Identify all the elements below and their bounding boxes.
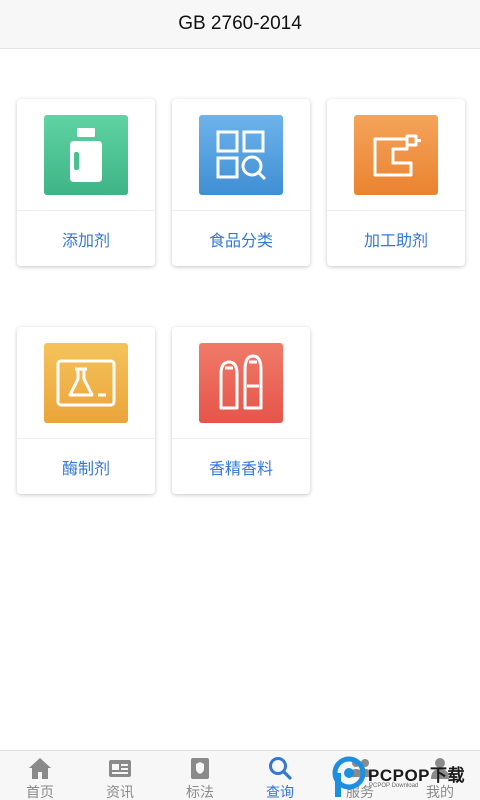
tab-standards[interactable]: 标法 — [160, 751, 240, 800]
card-divider — [172, 438, 310, 439]
news-icon — [109, 760, 131, 777]
grid-search-icon — [199, 115, 283, 195]
tab-profile[interactable]: 我的 — [400, 751, 480, 800]
category-card-flavors[interactable]: 香精香料 — [172, 327, 310, 494]
category-card-enzymes[interactable]: 酶制剂 — [17, 327, 155, 494]
bottle-icon — [44, 115, 128, 195]
tab-label: 首页 — [26, 785, 54, 800]
card-divider — [172, 210, 310, 211]
home-icon — [29, 758, 51, 779]
flask-monitor-icon — [44, 343, 128, 423]
category-card-processing-aids[interactable]: 加工助剂 — [327, 99, 465, 266]
search-icon — [269, 757, 292, 780]
category-label: 添加剂 — [61, 231, 110, 250]
tab-label: 查询 — [266, 785, 294, 800]
salt-pepper-icon — [199, 343, 283, 423]
category-card-food-classification[interactable]: 食品分类 — [172, 99, 310, 266]
machine-icon — [354, 115, 438, 195]
card-divider — [17, 438, 155, 439]
tab-news[interactable]: 资讯 — [80, 751, 160, 800]
tab-home[interactable]: 首页 — [0, 751, 80, 800]
category-label: 加工助剂 — [363, 231, 428, 250]
page-title: GB 2760-2014 — [178, 13, 302, 34]
tab-label: 我的 — [426, 785, 454, 800]
card-divider — [17, 210, 155, 211]
category-label: 香精香料 — [208, 459, 273, 478]
category-label: 酶制剂 — [61, 459, 110, 478]
category-label: 食品分类 — [208, 231, 273, 250]
profile-icon — [431, 758, 449, 779]
standards-icon — [191, 758, 209, 779]
card-divider — [327, 210, 465, 211]
tab-bar: 首页 资讯 标法 查询 服务 我的 — [0, 750, 480, 800]
navigation-bar: GB 2760-2014 — [0, 0, 480, 49]
screen: GB 2760-2014 添加剂 食品分类 加工助剂 酶制剂 香精香料 首页 资… — [0, 0, 480, 800]
tab-label: 标法 — [186, 785, 214, 800]
tab-label: 服务 — [346, 785, 374, 800]
tab-label: 资讯 — [106, 785, 134, 800]
tab-search[interactable]: 查询 — [240, 751, 320, 800]
service-icon — [349, 759, 372, 777]
tab-service[interactable]: 服务 — [320, 751, 400, 800]
category-card-additives[interactable]: 添加剂 — [17, 99, 155, 266]
